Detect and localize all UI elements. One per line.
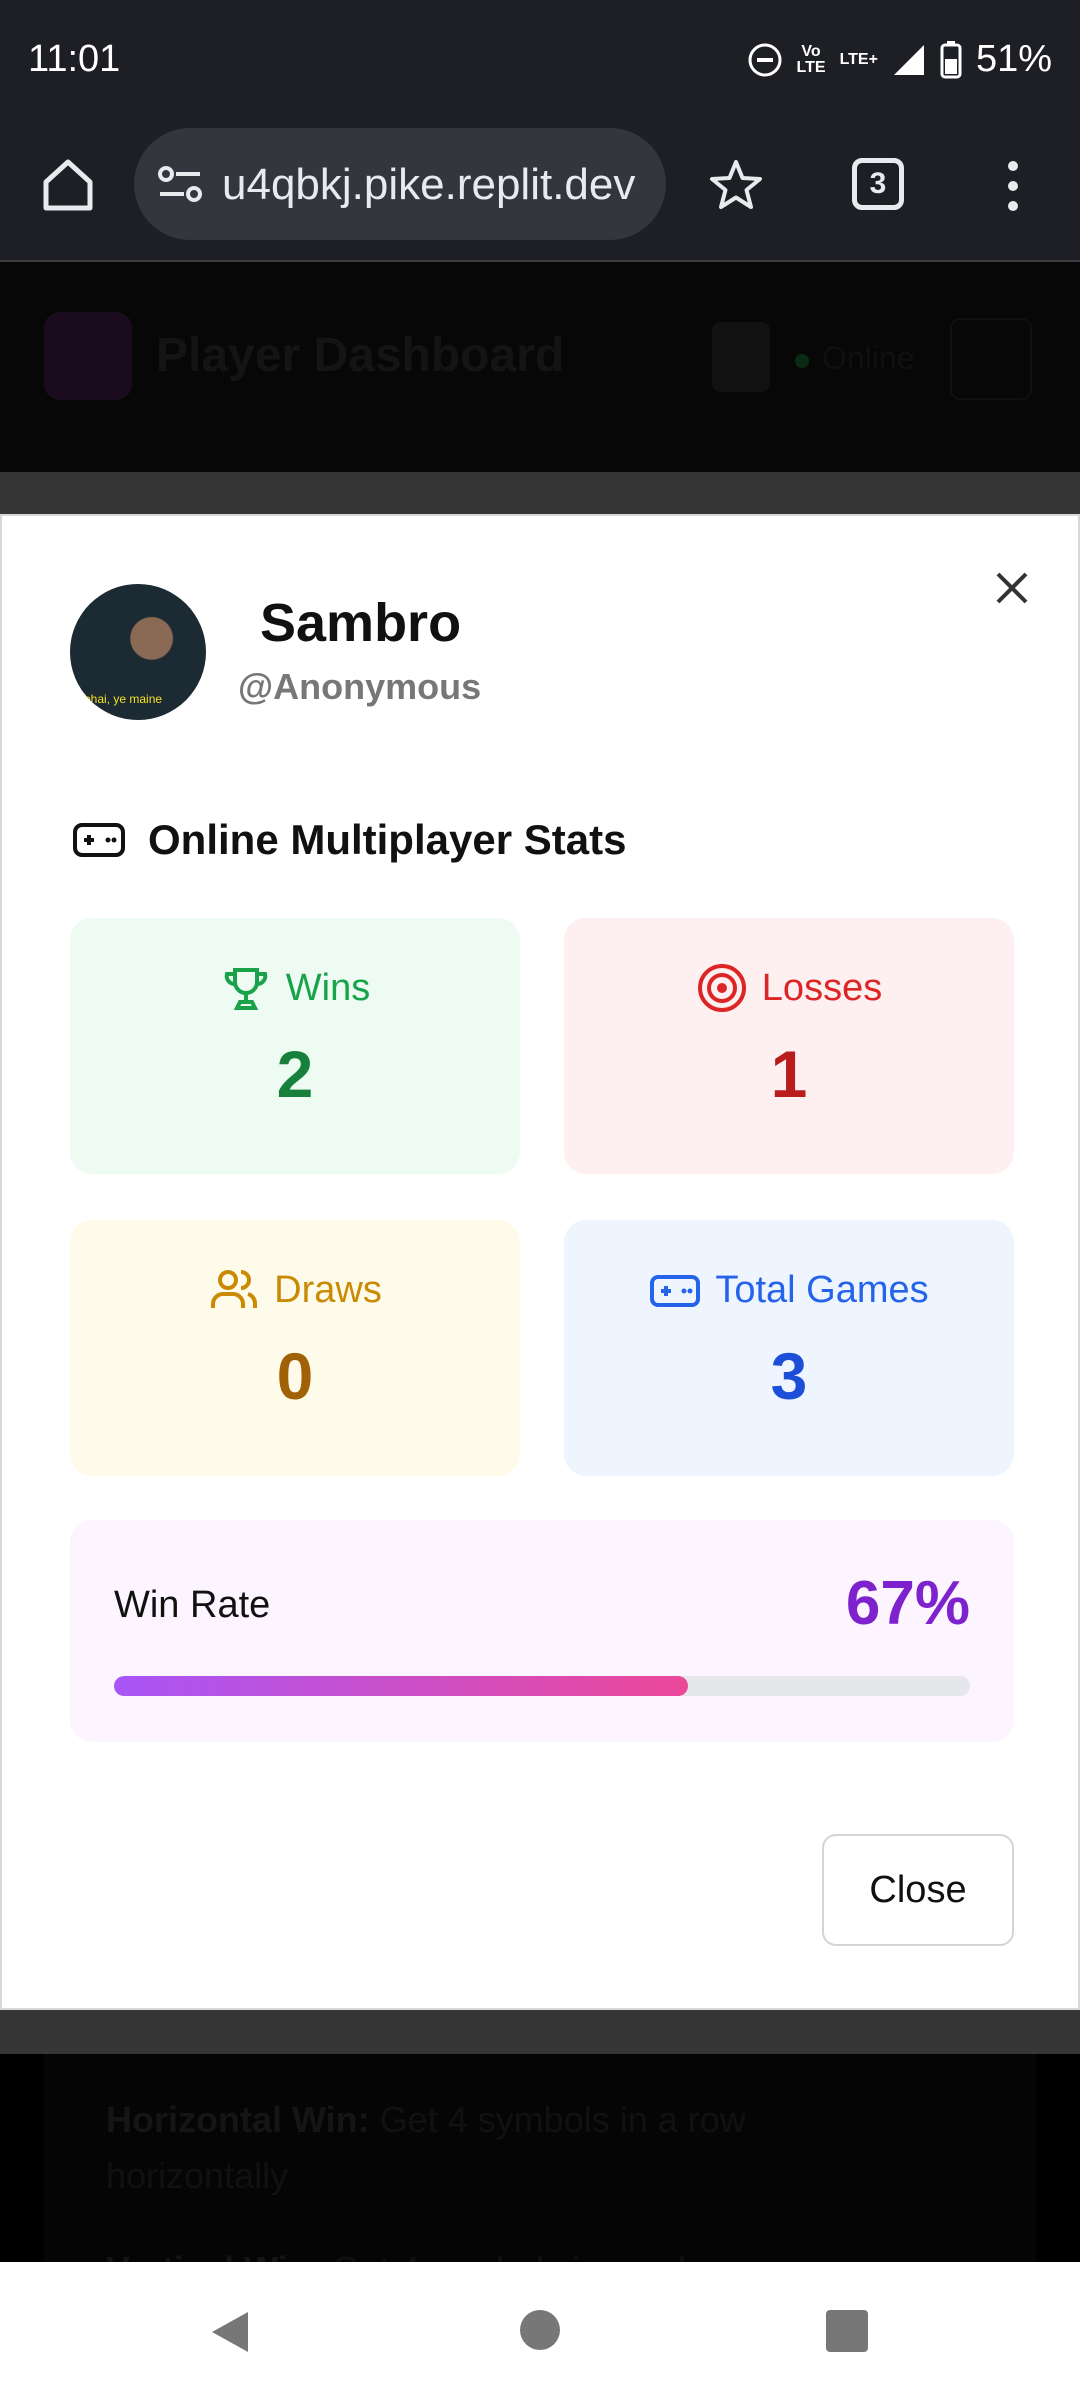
site-settings-icon[interactable] <box>156 162 204 206</box>
signal-icon <box>893 44 924 75</box>
status-icons: Vo LTE LTE+ 51% <box>747 38 1052 81</box>
battery-icon <box>940 40 962 78</box>
more-options-icon[interactable] <box>998 156 1028 216</box>
gamepad-icon <box>650 1275 701 1307</box>
player-avatar: bhai, ye maine <box>70 584 206 720</box>
home-button-icon[interactable] <box>520 2310 560 2350</box>
system-nav-bar <box>0 2262 1080 2400</box>
hamburger-menu-button <box>950 318 1032 400</box>
win-rate-progress-fill <box>114 1676 688 1696</box>
browser-toolbar: u4qbkj.pike.replit.dev 3 <box>0 120 1080 262</box>
total-games-value: 3 <box>770 1339 808 1413</box>
back-icon[interactable] <box>206 2308 252 2356</box>
online-status: Online <box>822 340 915 376</box>
dashboard-title: Player Dashboard <box>156 329 565 382</box>
dashboard-header: Player Dashboard Online <box>0 262 1080 472</box>
trophy-icon <box>224 968 268 1010</box>
dashboard-logo <box>44 312 132 400</box>
draws-label: Draws <box>274 1268 382 1311</box>
target-icon <box>697 964 746 1012</box>
page-strip <box>0 2010 1080 2054</box>
win-rate-panel: Win Rate 67% <box>70 1520 1014 1742</box>
tab-switcher-button[interactable]: 3 <box>852 158 904 210</box>
player-handle: @Anonymous <box>238 666 482 707</box>
home-icon[interactable] <box>36 152 100 216</box>
close-button[interactable]: Close <box>822 1834 1014 1946</box>
bookmark-star-icon[interactable] <box>706 156 766 216</box>
losses-card: Losses 1 <box>564 918 1014 1174</box>
win-rate-progress-track <box>114 1676 970 1696</box>
wins-header: Wins <box>70 962 520 1014</box>
lte-icon: LTE+ <box>839 50 878 68</box>
do-not-disturb-icon <box>748 43 782 76</box>
address-bar[interactable]: u4qbkj.pike.replit.dev <box>134 128 666 240</box>
wins-card: Wins 2 <box>70 918 520 1174</box>
draws-value: 0 <box>276 1339 314 1413</box>
volte-icon: Vo LTE <box>796 42 826 76</box>
header-avatar <box>712 322 770 392</box>
draws-header: Draws <box>70 1264 520 1316</box>
gamepad-icon <box>73 823 125 857</box>
win-rate-label: Win Rate <box>114 1584 271 1626</box>
battery-percent: 51% <box>975 38 1052 80</box>
users-icon <box>211 1270 258 1308</box>
losses-value: 1 <box>770 1037 808 1111</box>
stats-section-title: Online Multiplayer Stats <box>148 816 627 863</box>
losses-label: Losses <box>761 966 883 1009</box>
status-bar: 11:01 Vo LTE LTE+ 51% <box>0 0 1080 120</box>
total-games-header: Total Games <box>564 1264 1014 1316</box>
player-name: Sambro <box>260 593 462 653</box>
recent-apps-icon[interactable] <box>826 2310 868 2352</box>
losses-header: Losses <box>564 962 1014 1014</box>
player-stats-modal: bhai, ye maine Sambro @Anonymous Online … <box>0 514 1080 2010</box>
online-dot-icon <box>795 354 809 368</box>
win-rate-value: 67% <box>845 1569 970 1638</box>
wins-value: 2 <box>276 1037 314 1111</box>
status-time: 11:01 <box>28 38 121 80</box>
total-games-card: Total Games 3 <box>564 1220 1014 1476</box>
wins-label: Wins <box>285 966 371 1009</box>
close-icon[interactable] <box>990 566 1034 610</box>
avatar-caption: bhai, ye maine <box>84 692 163 706</box>
rule-item: Horizontal Win: Get 4 symbols in a row h… <box>106 2099 746 2196</box>
url-text[interactable]: u4qbkj.pike.replit.dev <box>222 160 652 210</box>
total-games-label: Total Games <box>715 1268 929 1311</box>
page-strip <box>0 472 1080 514</box>
draws-card: Draws 0 <box>70 1220 520 1476</box>
